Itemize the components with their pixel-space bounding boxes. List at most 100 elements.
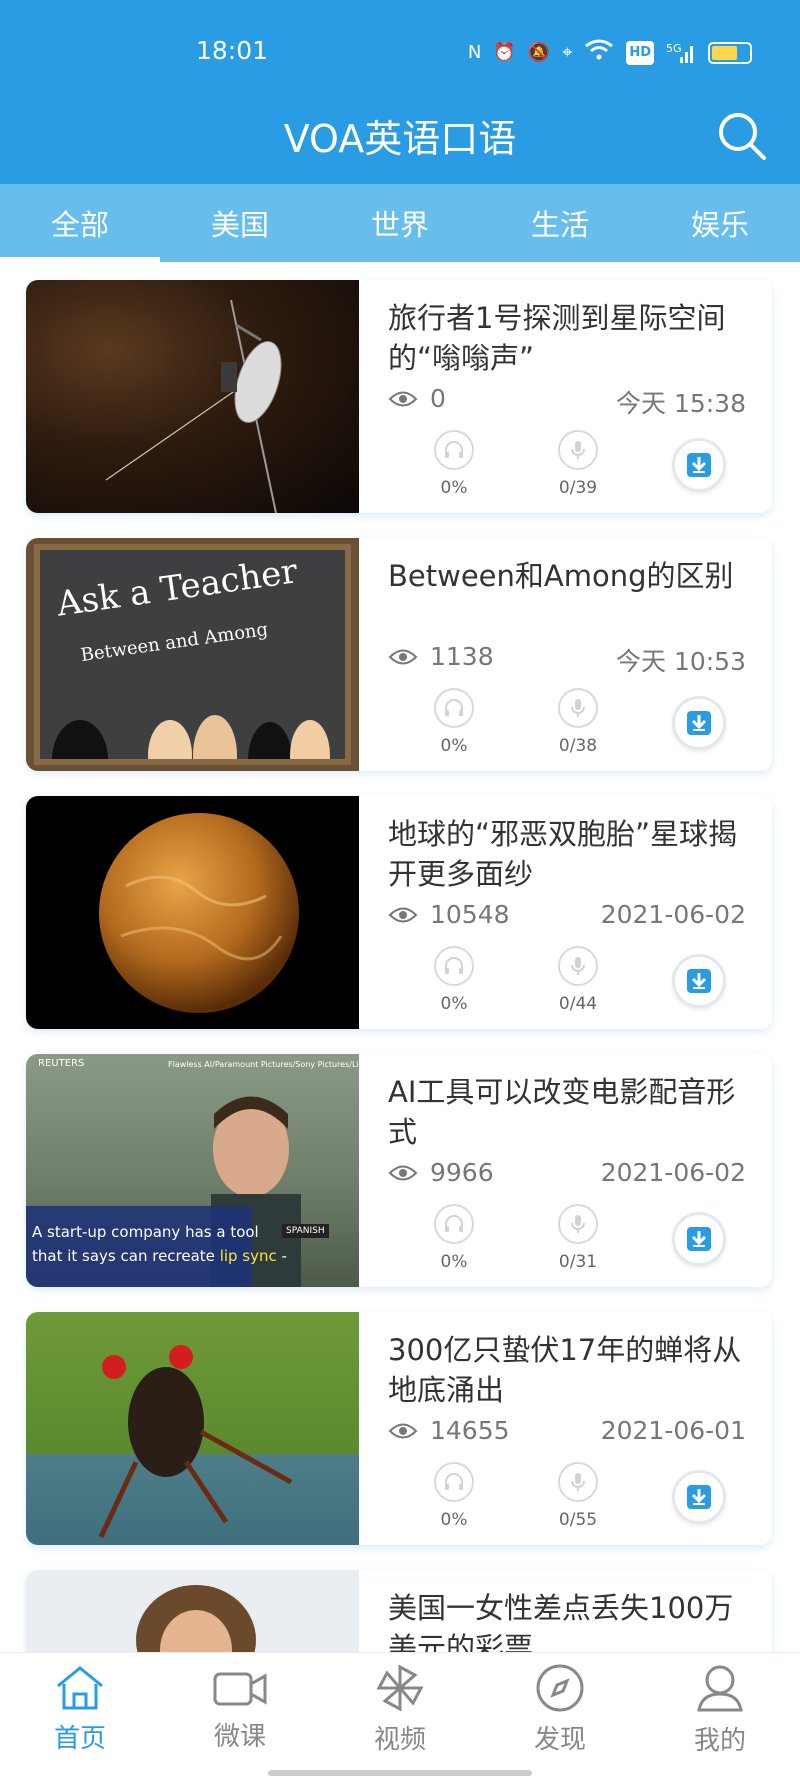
article-card[interactable]: 300亿只蛰伏17年的蝉将从地底涌出 14655 2021-06-01 0% 0… — [26, 1312, 772, 1545]
article-title: AI工具可以改变电影配音形式 — [388, 1075, 736, 1149]
download-button[interactable] — [672, 438, 726, 492]
nav-discover[interactable]: 发现 — [480, 1653, 640, 1765]
download-button[interactable] — [672, 954, 726, 1008]
listen-progress[interactable]: 0% — [414, 946, 494, 1014]
speak-progress[interactable]: 0/38 — [538, 688, 618, 756]
eye-icon — [388, 907, 418, 922]
view-count: 14655 — [388, 1416, 510, 1445]
tab-life[interactable]: 生活 — [480, 184, 640, 262]
listen-progress-value: 0% — [440, 1510, 468, 1530]
home-indicator[interactable] — [268, 1770, 532, 1776]
eye-icon — [388, 1423, 418, 1438]
speak-progress[interactable]: 0/31 — [538, 1204, 618, 1272]
download-button[interactable] — [672, 1470, 726, 1524]
listen-progress[interactable]: 0% — [414, 1462, 494, 1530]
headphones-icon — [445, 1215, 463, 1232]
network-label: 5G — [666, 41, 682, 55]
download-icon — [687, 711, 711, 735]
publish-date: 2021-06-02 — [600, 1158, 746, 1187]
caption-dash: - — [276, 1247, 287, 1265]
app-header: 18:01 N ⏰ 🔕 ⌖ HD 5G VOA英语口语 — [0, 0, 800, 184]
nfc-icon: N — [467, 41, 482, 63]
article-thumbnail: REUTERS Flawless AI/Paramount Pictures/S… — [26, 1054, 359, 1287]
voyager-probe-image — [105, 299, 282, 513]
view-count: 1138 — [388, 642, 494, 671]
speak-progress-value: 0/31 — [558, 1252, 598, 1272]
download-button[interactable] — [672, 1212, 726, 1266]
wifi-icon — [584, 38, 614, 67]
pinwheel-icon — [376, 1664, 424, 1711]
listen-progress-value: 0% — [440, 478, 468, 498]
eye-icon — [388, 649, 418, 664]
chalkboard-image: Ask a Teacher Between and Among — [34, 544, 351, 765]
view-count: 9966 — [388, 1158, 494, 1187]
bottom-navigation: 首页 微课 视频 发现 我的 — [0, 1652, 800, 1778]
speak-progress[interactable]: 0/39 — [538, 430, 618, 498]
speak-progress[interactable]: 0/44 — [538, 946, 618, 1014]
article-card[interactable]: 地球的“邪恶双胞胎”星球揭开更多面纱 10548 2021-06-02 0% 0… — [26, 796, 772, 1029]
caption-box: A start-up company has a tool that it sa… — [26, 1206, 287, 1287]
publish-date: 今天 10:53 — [616, 647, 746, 676]
speak-progress-value: 0/44 — [558, 994, 598, 1014]
download-icon — [687, 1227, 711, 1251]
status-time: 18:01 — [196, 36, 269, 65]
view-count-value: 0 — [430, 384, 446, 413]
eye-icon — [388, 1165, 418, 1180]
article-card[interactable]: Ask a Teacher Between and Among Between和… — [26, 538, 772, 771]
headphones-icon — [445, 1473, 463, 1490]
compass-icon — [536, 1664, 584, 1711]
nav-video-label: 视频 — [373, 1724, 426, 1755]
view-count: 10548 — [388, 900, 510, 929]
tab-entertainment[interactable]: 娱乐 — [640, 184, 800, 262]
download-icon — [687, 1485, 711, 1509]
article-title: 美国一女性差点丢失100万美元的彩票 — [388, 1591, 734, 1652]
search-button[interactable] — [714, 108, 770, 164]
view-count-value: 9966 — [430, 1158, 494, 1187]
hd-badge: HD — [626, 40, 654, 65]
download-icon — [687, 453, 711, 477]
mute-icon: 🔕 — [527, 41, 551, 63]
battery-icon — [708, 41, 752, 64]
language-badge: SPANISH — [282, 1224, 329, 1238]
listen-progress[interactable]: 0% — [414, 1204, 494, 1272]
view-count-value: 10548 — [430, 900, 510, 929]
tab-all[interactable]: 全部 — [0, 184, 160, 262]
microphone-icon — [571, 1473, 585, 1491]
microphone-icon — [571, 957, 585, 975]
nav-home[interactable]: 首页 — [0, 1653, 160, 1765]
nav-microcourse-label: 微课 — [213, 1721, 266, 1752]
listen-progress[interactable]: 0% — [414, 688, 494, 756]
article-title: 旅行者1号探测到星际空间的“嗡嗡声” — [388, 301, 726, 375]
tab-usa[interactable]: 美国 — [160, 184, 320, 262]
speak-progress[interactable]: 0/55 — [538, 1462, 618, 1530]
download-button[interactable] — [672, 696, 726, 750]
article-card[interactable]: 美国一女性差点丢失100万美元的彩票 — [26, 1570, 772, 1652]
article-card[interactable]: REUTERS Flawless AI/Paramount Pictures/S… — [26, 1054, 772, 1287]
signal-icon: 5G — [666, 41, 696, 65]
article-thumbnail: Ask a Teacher Between and Among — [26, 538, 359, 771]
nav-video[interactable]: 视频 — [320, 1653, 480, 1765]
view-count-value: 14655 — [430, 1416, 510, 1445]
download-icon — [687, 969, 711, 993]
user-icon — [697, 1665, 743, 1711]
tab-world[interactable]: 世界 — [320, 184, 480, 262]
woman-portrait-image — [136, 1585, 256, 1652]
nav-microcourse[interactable]: 微课 — [160, 1653, 320, 1765]
search-icon — [719, 113, 766, 160]
article-title: 地球的“邪恶双胞胎”星球揭开更多面纱 — [388, 817, 738, 891]
article-card[interactable]: 旅行者1号探测到星际空间的“嗡嗡声” 0 今天 15:38 0% 0/39 — [26, 280, 772, 513]
publish-date: 2021-06-02 — [600, 900, 746, 929]
video-camera-icon — [213, 1672, 267, 1705]
speak-progress-value: 0/39 — [558, 478, 598, 498]
listen-progress[interactable]: 0% — [414, 430, 494, 498]
speak-progress-value: 0/55 — [558, 1510, 598, 1530]
listen-progress-value: 0% — [440, 1252, 468, 1272]
caption-highlight: lip sync — [219, 1247, 277, 1265]
nav-discover-label: 发现 — [533, 1724, 586, 1755]
article-list: 旅行者1号探测到星际空间的“嗡嗡声” 0 今天 15:38 0% 0/39 As… — [0, 262, 800, 1652]
caption-line-2: that it says can recreate lip sync - — [32, 1244, 287, 1268]
alarm-icon: ⏰ — [493, 41, 516, 63]
article-thumbnail — [26, 796, 359, 1029]
article-thumbnail — [26, 1312, 359, 1545]
nav-profile[interactable]: 我的 — [640, 1653, 800, 1765]
